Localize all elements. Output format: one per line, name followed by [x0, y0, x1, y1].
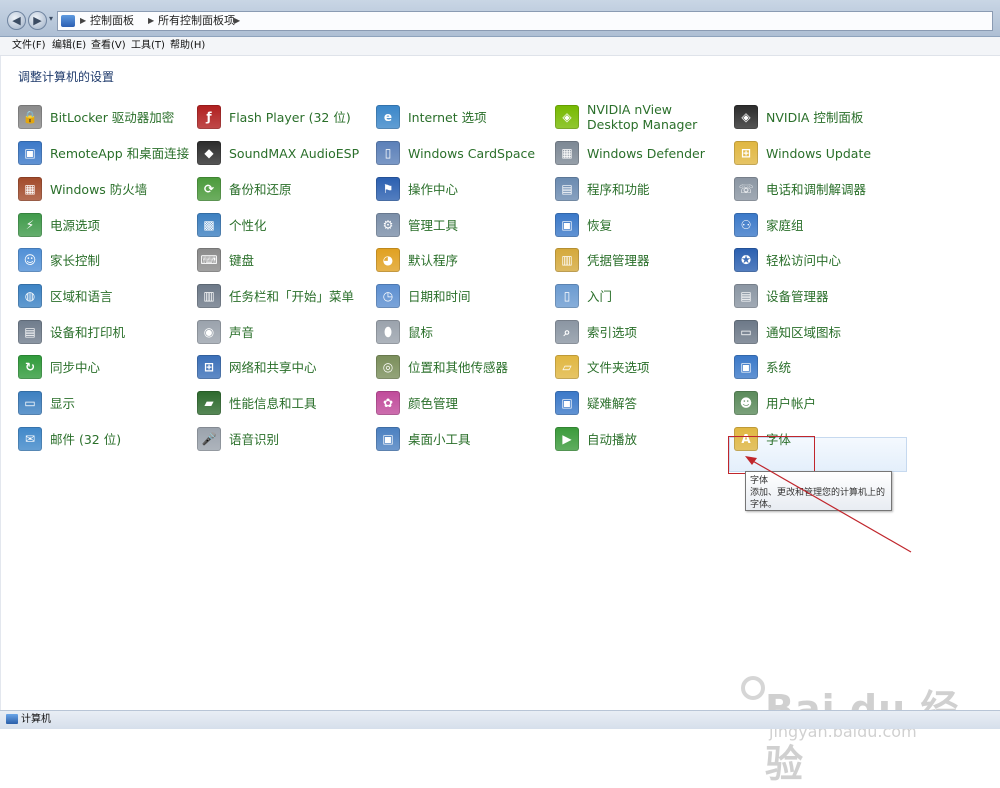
- annotation-arrow: [745, 456, 912, 553]
- paw-logo-icon: [741, 676, 765, 700]
- back-arrow-icon: ◀: [12, 14, 21, 27]
- menu-bar: 文件(F) 编辑(E) 查看(V) 工具(T) 帮助(H): [0, 37, 1000, 56]
- control-panel-icon: [61, 15, 75, 27]
- watermark: Bai du 经验 jingyan.baidu.com: [741, 674, 981, 786]
- breadcrumb-separator-icon[interactable]: ▶: [148, 12, 154, 30]
- back-button[interactable]: ◀: [7, 11, 26, 30]
- content-pane: 调整计算机的设置 🔒 BitLocker 驱动器加密 ▣ RemoteApp 和桌面连…: [0, 56, 1000, 786]
- forward-button[interactable]: ▶: [28, 11, 47, 30]
- breadcrumb-all-items[interactable]: 所有控制面板项: [158, 12, 235, 30]
- status-bar: 计算机: [0, 710, 1000, 729]
- menu-view[interactable]: 查看(V): [91, 39, 126, 53]
- address-bar[interactable]: ▶ 控制面板 ▶ 所有控制面板项 ▶: [57, 11, 993, 31]
- status-text: 计算机: [21, 714, 51, 725]
- title-bar: ◀ ▶ ▾ ▶ 控制面板 ▶ 所有控制面板项 ▶: [0, 0, 1000, 37]
- breadcrumb-separator-icon[interactable]: ▶: [80, 12, 86, 30]
- menu-edit[interactable]: 编辑(E): [52, 39, 86, 53]
- menu-tools[interactable]: 工具(T): [131, 39, 165, 53]
- breadcrumb-control-panel[interactable]: 控制面板: [90, 12, 134, 30]
- menu-file[interactable]: 文件(F): [12, 39, 46, 53]
- recent-pages-dropdown-icon[interactable]: ▾: [49, 14, 53, 23]
- breadcrumb-separator-icon[interactable]: ▶: [234, 12, 240, 30]
- menu-help[interactable]: 帮助(H): [170, 39, 205, 53]
- forward-arrow-icon: ▶: [33, 14, 42, 27]
- computer-icon: [6, 714, 18, 724]
